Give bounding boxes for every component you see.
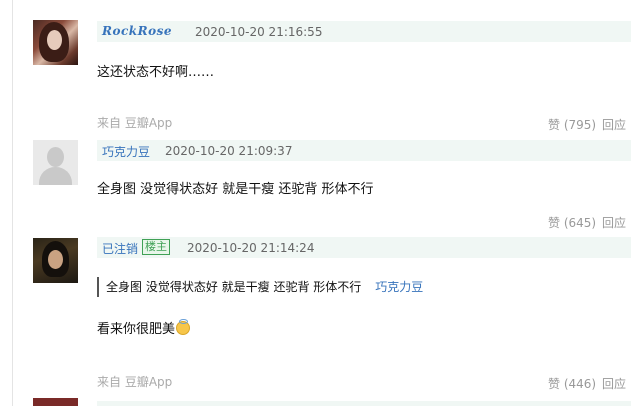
reply-button[interactable]: 回应	[602, 214, 626, 231]
avatar[interactable]	[33, 238, 78, 283]
like-button[interactable]: 赞 (795)	[548, 116, 596, 133]
op-badge: 楼主	[142, 239, 170, 255]
comment-timestamp: 2020-10-20 21:16:55	[195, 25, 323, 39]
comment-text: 看来你很肥美	[97, 318, 191, 337]
comment-timestamp: 2020-10-20 21:09:37	[165, 144, 293, 158]
comment-header	[97, 401, 631, 406]
comment-source: 来自 豆瓣App	[97, 375, 173, 389]
comment-text-content: 看来你很肥美	[97, 322, 176, 337]
comment-source: 来自 豆瓣App	[97, 116, 173, 130]
like-button[interactable]: 赞 (446)	[548, 375, 596, 392]
reply-button[interactable]: 回应	[602, 375, 626, 392]
reply-button[interactable]: 回应	[602, 116, 626, 133]
left-divider	[12, 0, 13, 406]
comment-text: 全身图 没觉得状态好 就是干瘦 还驼背 形体不行	[97, 182, 374, 197]
innocent-smile-icon	[176, 319, 191, 335]
username-link[interactable]: RockRose	[102, 24, 172, 38]
avatar[interactable]	[33, 140, 78, 185]
comment-header: RockRose 2020-10-20 21:16:55	[97, 21, 631, 42]
avatar[interactable]	[33, 398, 78, 406]
quote-text: 全身图 没觉得状态好 就是干瘦 还驼背 形体不行	[106, 280, 362, 294]
comment-timestamp: 2020-10-20 21:14:24	[187, 241, 315, 255]
username-link[interactable]: 巧克力豆	[102, 143, 150, 160]
comment-header: 巧克力豆 2020-10-20 21:09:37	[97, 140, 631, 161]
comment-header: 已注销 楼主 2020-10-20 21:14:24	[97, 237, 631, 258]
quoted-comment: 全身图 没觉得状态好 就是干瘦 还驼背 形体不行 巧克力豆	[97, 277, 423, 297]
like-button[interactable]: 赞 (645)	[548, 214, 596, 231]
quote-author-link[interactable]: 巧克力豆	[375, 280, 423, 294]
username-link[interactable]: 已注销	[102, 240, 138, 257]
avatar[interactable]	[33, 20, 78, 65]
comment-text: 这还状态不好啊……	[97, 65, 215, 80]
